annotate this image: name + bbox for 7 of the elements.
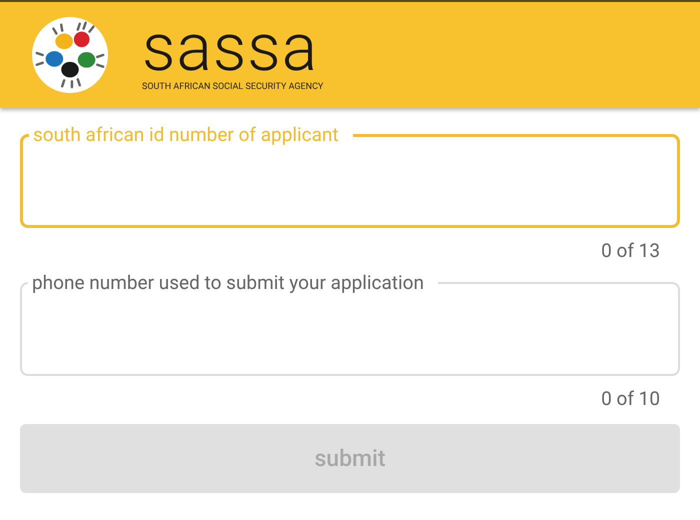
- brand-name: sassa: [142, 22, 318, 76]
- hands-logo-icon: [31, 16, 109, 94]
- agency-tagline: SOUTH AFRICAN SOCIAL SECURITY AGENCY: [142, 82, 324, 92]
- input-field[interactable]: phone number used to submit your application: [20, 276, 680, 376]
- character-counter: 0 of 10: [601, 386, 660, 412]
- input-field[interactable]: south african id number of applicant: [20, 128, 680, 228]
- character-counter: 0 of 13: [601, 238, 660, 264]
